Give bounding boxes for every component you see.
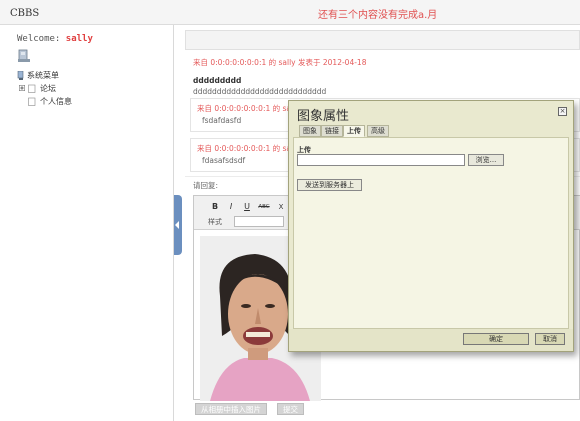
app-brand: CBBS [10,8,40,19]
tab-link[interactable]: 链接 [321,125,343,137]
underline-button[interactable]: U [242,201,252,213]
bold-button[interactable]: B [210,201,220,213]
cancel-button[interactable]: 取消 [535,333,565,345]
close-icon[interactable]: × [558,107,567,116]
nav-tree: 系统菜单 论坛 个人信息 [17,69,72,108]
sidebar: Welcome: sally 系统菜单 论坛 个人信息 [0,25,174,421]
tree-item-profile[interactable]: 个人信息 [17,95,72,108]
clear-format-button[interactable]: X [276,201,286,213]
image-properties-dialog: 图象属性 × 图象 链接 上传 高级 上传 浏览... 发送到服务器上 确定 取… [288,100,574,352]
post-title: ddddddddd [193,76,242,85]
reply-body: fdasafsdsdf [202,156,246,165]
top-bar: CBBS 还有三个内容没有完成a.月 [0,0,580,25]
welcome-label: Welcome: [17,34,61,44]
content-toolbar [185,30,580,50]
page-icon [28,97,36,106]
dialog-body: 上传 浏览... 发送到服务器上 [293,137,569,329]
username: sally [65,34,93,44]
tree-label: 系统菜单 [27,71,59,80]
notice-text: 还有三个内容没有完成a.月 [318,10,438,21]
collapse-handle[interactable] [174,195,182,255]
reply-body: fsdafdasfd [202,116,242,125]
folder-icon [28,84,36,93]
reply-meta: 来自 0:0:0:0:0:0:0:1 的 sa [197,144,292,153]
insert-from-album-button[interactable]: 从相册中插入图片 [195,403,267,415]
style-label: 样式 [208,218,222,226]
welcome-line: Welcome: sally [17,34,93,44]
submit-button[interactable]: 提交 [277,403,304,415]
expand-icon[interactable] [19,85,25,91]
tab-image[interactable]: 图象 [299,125,321,137]
user-icon[interactable] [17,49,31,63]
style-select[interactable] [234,216,284,227]
strikethrough-button[interactable]: ABC [256,201,272,213]
post-body: dddddddddddddddddddddddddddd [193,87,327,96]
ok-button[interactable]: 确定 [463,333,529,345]
reply-label: 请回复: [193,181,219,190]
file-input[interactable] [297,154,465,166]
tree-item-system-menu[interactable]: 系统菜单 [17,69,72,82]
post-meta: 来自 0:0:0:0:0:0:0:1 的 sally 发表于 2012-04-1… [193,58,367,67]
reply-meta: 来自 0:0:0:0:0:0:0:1 的 sa [197,104,292,113]
dialog-title: 图象属性 [297,109,350,124]
tab-advanced[interactable]: 高级 [367,125,389,137]
tree-label: 个人信息 [40,97,72,106]
tab-upload[interactable]: 上传 [343,125,365,137]
send-to-server-button[interactable]: 发送到服务器上 [297,179,362,191]
italic-button[interactable]: I [226,201,236,213]
tree-label: 论坛 [40,84,56,93]
menu-icon [17,71,24,80]
tree-item-forum[interactable]: 论坛 [17,82,72,95]
browse-button[interactable]: 浏览... [468,154,504,166]
dialog-footer: 确定 取消 [289,329,573,351]
